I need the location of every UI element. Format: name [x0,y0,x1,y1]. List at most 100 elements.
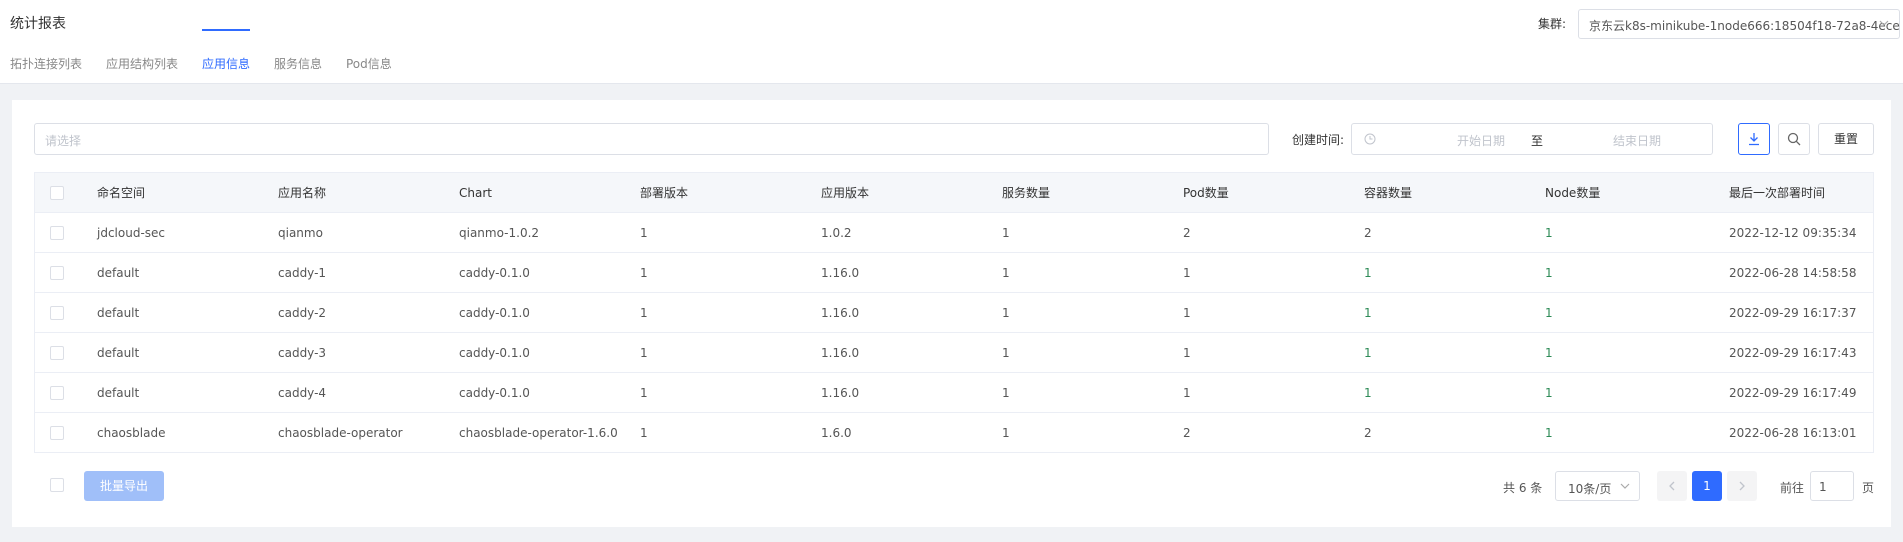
column-header-pod-count: Pod数量 [1183,186,1229,200]
date-start-input[interactable]: 开始日期 [1426,132,1536,149]
cell-app-name: caddy-3 [278,346,327,360]
cell-container-count: 2 [1364,426,1372,440]
tab-app-structure-list[interactable]: 应用结构列表 [106,55,178,72]
cell-pod-count: 2 [1183,226,1191,240]
cell-pod-count: 1 [1183,346,1191,360]
total-count: 共 6 条 [1503,481,1543,495]
page-number-current[interactable]: 1 [1692,471,1722,501]
cell-service-count: 1 [1002,306,1010,320]
cell-container-count: 2 [1364,226,1372,240]
cell-last-deploy-time: 2022-06-28 16:13:01 [1729,426,1857,440]
cell-chart: caddy-0.1.0 [459,306,530,320]
cell-app-version: 1.16.0 [821,386,860,400]
column-header-app-version: 应用版本 [821,186,870,200]
column-header-deploy-version: 部署版本 [640,186,689,200]
search-icon [1787,132,1801,146]
column-header-node-count: Node数量 [1545,186,1601,200]
cell-container-count: 1 [1364,346,1372,360]
tab-topology-list[interactable]: 拓扑连接列表 [10,55,82,72]
bulk-select-checkbox[interactable] [50,478,64,492]
tab-service-info[interactable]: 服务信息 [274,55,322,72]
cell-chart: caddy-0.1.0 [459,386,530,400]
cell-namespace: jdcloud-sec [97,226,166,240]
cell-service-count: 1 [1002,266,1010,280]
cell-node-count: 1 [1545,426,1553,440]
cell-container-count: 1 [1364,306,1372,320]
cell-deploy-version: 1 [640,306,648,320]
date-end-input[interactable]: 结束日期 [1582,132,1692,149]
cell-last-deploy-time: 2022-09-29 16:17:43 [1729,346,1857,360]
download-button[interactable] [1738,123,1770,155]
cluster-select-value: 京东云k8s-minikube-1node666:18504f18-72a8-4… [1589,19,1900,33]
cell-last-deploy-time: 2022-06-28 14:58:58 [1729,266,1857,280]
row-checkbox[interactable] [50,426,64,440]
cell-pod-count: 1 [1183,386,1191,400]
row-checkbox[interactable] [50,266,64,280]
cell-namespace: default [97,346,140,360]
clock-icon [1364,133,1376,145]
table-row[interactable]: default caddy-4 caddy-0.1.0 1 1.16.0 1 1… [35,373,1873,413]
prev-page-button[interactable] [1657,471,1687,501]
cell-pod-count: 2 [1183,426,1191,440]
cell-app-name: chaosblade-operator [278,426,403,440]
column-header-service-count: 服务数量 [1002,186,1051,200]
active-tab-indicator [202,29,250,31]
create-time-label: 创建时间: [1292,133,1345,147]
cell-service-count: 1 [1002,426,1010,440]
row-checkbox[interactable] [50,226,64,240]
cell-app-version: 1.16.0 [821,306,860,320]
goto-page-input[interactable]: 1 [1810,471,1854,501]
next-page-button[interactable] [1727,471,1757,501]
cell-app-name: qianmo [278,226,323,240]
search-button[interactable] [1778,123,1810,155]
namespace-select[interactable]: 请选择 [34,123,1269,155]
table-row[interactable]: jdcloud-sec qianmo qianmo-1.0.2 1 1.0.2 … [35,213,1873,253]
goto-label: 前往 [1780,481,1805,495]
cell-node-count: 1 [1545,306,1553,320]
chevron-right-icon [1739,481,1745,491]
cell-app-version: 1.16.0 [821,346,860,360]
cell-container-count: 1 [1364,386,1372,400]
app-info-table: 命名空间 应用名称 Chart 部署版本 应用版本 服务数量 Pod数量 容器数… [34,172,1874,453]
row-checkbox[interactable] [50,306,64,320]
page-header: 统计报表 集群: 京东云k8s-minikube-1node666:18504f… [0,0,1903,84]
cluster-select[interactable]: 京东云k8s-minikube-1node666:18504f18-72a8-4… [1578,9,1900,39]
row-checkbox[interactable] [50,346,64,360]
table-row[interactable]: default caddy-1 caddy-0.1.0 1 1.16.0 1 1… [35,253,1873,293]
cell-service-count: 1 [1002,226,1010,240]
cell-node-count: 1 [1545,346,1553,360]
cell-last-deploy-time: 2022-09-29 16:17:37 [1729,306,1857,320]
date-separator: 至 [1530,134,1543,148]
cell-service-count: 1 [1002,386,1010,400]
cell-app-version: 1.0.2 [821,226,852,240]
goto-page-value: 1 [1819,480,1827,494]
row-checkbox[interactable] [50,386,64,400]
cell-app-name: caddy-2 [278,306,327,320]
cell-node-count: 1 [1545,226,1553,240]
cell-pod-count: 1 [1183,306,1191,320]
page-size-select[interactable]: 10条/页 [1555,471,1640,501]
column-header-last-deploy-time: 最后一次部署时间 [1729,186,1826,200]
cell-app-version: 1.16.0 [821,266,860,280]
namespace-select-placeholder: 请选择 [45,134,82,148]
reset-button[interactable]: 重置 [1818,123,1874,155]
cell-node-count: 1 [1545,266,1553,280]
select-all-checkbox[interactable] [50,186,64,200]
table-row[interactable]: chaosblade chaosblade-operator chaosblad… [35,413,1873,453]
chevron-down-icon [1879,20,1889,26]
cell-deploy-version: 1 [640,426,648,440]
bulk-export-button[interactable]: 批量导出 [84,471,164,501]
cell-chart: caddy-0.1.0 [459,266,530,280]
goto-suffix: 页 [1862,481,1875,495]
column-header-namespace: 命名空间 [97,186,146,200]
cell-app-name: caddy-4 [278,386,327,400]
cell-service-count: 1 [1002,346,1010,360]
cell-deploy-version: 1 [640,346,648,360]
chevron-down-icon [1620,483,1630,489]
cell-last-deploy-time: 2022-09-29 16:17:49 [1729,386,1857,400]
date-range-picker[interactable]: 开始日期 至 结束日期 [1351,123,1713,155]
tab-app-info[interactable]: 应用信息 [202,55,250,72]
table-row[interactable]: default caddy-2 caddy-0.1.0 1 1.16.0 1 1… [35,293,1873,333]
tab-pod-info[interactable]: Pod信息 [346,55,392,72]
table-row[interactable]: default caddy-3 caddy-0.1.0 1 1.16.0 1 1… [35,333,1873,373]
